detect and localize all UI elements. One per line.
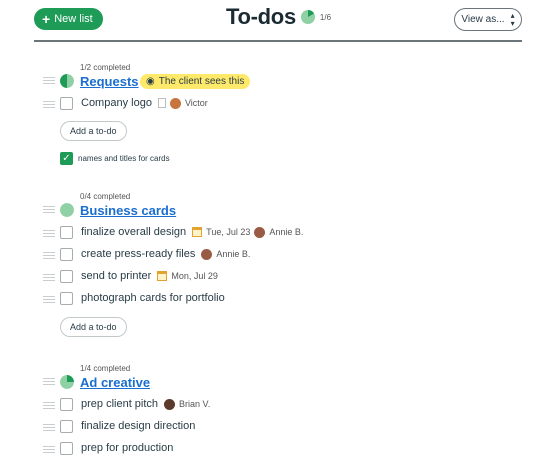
new-list-label: New list — [54, 13, 93, 25]
plus-icon: + — [42, 11, 51, 27]
avatar — [201, 248, 213, 260]
calendar-icon — [157, 271, 168, 281]
drag-handle-icon[interactable] — [43, 296, 55, 303]
top-bar: + New list To-dos 1/6 View as... ▴ ▾ — [0, 0, 555, 44]
todo-item: prep client pitch Brian V. — [60, 396, 210, 412]
todo-item: send to printer Mon, Jul 29 — [60, 268, 218, 284]
todo-text[interactable]: names and titles for cards — [78, 154, 170, 163]
assignee-name: Annie B. — [269, 227, 304, 237]
todo-checkbox-checked[interactable]: ✓ — [60, 151, 73, 165]
todo-checkbox[interactable] — [60, 419, 73, 433]
group-completed-count: 1/4 completed — [80, 364, 131, 373]
drag-handle-icon[interactable] — [43, 274, 55, 281]
view-as-dropdown[interactable]: View as... ▴ ▾ — [454, 8, 522, 31]
todo-text[interactable]: create press-ready files — [81, 248, 195, 260]
assignee-name: Victor — [184, 98, 208, 108]
add-todo-button[interactable]: Add a to-do — [60, 121, 127, 141]
todo-checkbox[interactable] — [60, 397, 73, 411]
todo-checkbox[interactable] — [60, 291, 73, 305]
todo-text[interactable]: send to printer — [81, 270, 151, 282]
drag-handle-icon[interactable] — [43, 230, 55, 237]
avatar — [169, 97, 181, 109]
todo-item: photograph cards for portfolio — [60, 290, 225, 306]
assignee-name: Brian V. — [179, 399, 211, 409]
client-visible-label: The client sees this — [158, 76, 245, 87]
new-list-button[interactable]: + New list — [34, 8, 103, 30]
calendar-icon — [192, 227, 203, 237]
eye-icon: ◉ — [146, 76, 155, 87]
drag-handle-icon[interactable] — [43, 206, 55, 213]
list-title-business-cards[interactable]: Business cards — [80, 203, 176, 218]
progress-count: 1/6 — [319, 12, 332, 22]
todo-checkbox[interactable] — [60, 225, 73, 239]
drag-handle-icon[interactable] — [43, 402, 55, 409]
group-completed-count: 0/4 completed — [80, 192, 131, 201]
todo-text[interactable]: prep for production — [81, 442, 173, 454]
chevron-updown-icon: ▴ ▾ — [510, 10, 515, 28]
group-completed-count: 1/2 completed — [80, 63, 131, 72]
due-date: Mon, Jul 29 — [171, 271, 218, 281]
avatar — [254, 226, 266, 238]
drag-handle-icon[interactable] — [43, 252, 55, 259]
client-visible-badge: ◉ The client sees this — [140, 74, 251, 89]
todo-text[interactable]: prep client pitch — [81, 398, 158, 410]
todo-text[interactable]: finalize design direction — [81, 420, 195, 432]
todo-checkbox[interactable] — [60, 247, 73, 261]
avatar — [164, 398, 176, 410]
todo-checkbox[interactable] — [60, 441, 73, 455]
todo-checkbox[interactable] — [60, 269, 73, 283]
drag-handle-icon[interactable] — [43, 446, 55, 453]
due-date: Tue, Jul 23 — [206, 227, 251, 237]
drag-handle-icon[interactable] — [43, 101, 55, 108]
list-title-requests[interactable]: Requests — [80, 74, 139, 89]
todo-text[interactable]: photograph cards for portfolio — [81, 292, 225, 304]
list-progress-pie-icon — [60, 375, 74, 389]
drag-handle-icon[interactable] — [43, 424, 55, 431]
progress-pie-icon — [300, 10, 315, 24]
header-divider — [34, 40, 522, 42]
todo-item: Company logo Victor — [60, 95, 208, 111]
list-title-ad-creative[interactable]: Ad creative — [80, 375, 150, 390]
todo-text[interactable]: Company logo — [81, 97, 152, 109]
todo-item: finalize overall design Tue, Jul 23 Anni… — [60, 224, 303, 240]
add-todo-button[interactable]: Add a to-do — [60, 317, 127, 337]
drag-handle-icon[interactable] — [43, 378, 55, 385]
page-title: To-dos — [226, 4, 296, 29]
title-area: To-dos 1/6 — [226, 4, 331, 30]
list-progress-pie-icon — [60, 203, 74, 217]
notes-icon — [157, 98, 166, 108]
todo-item: create press-ready files Annie B. — [60, 246, 250, 262]
todo-item-completed: ✓ names and titles for cards — [60, 150, 170, 166]
list-progress-pie-icon — [60, 74, 74, 88]
drag-handle-icon[interactable] — [43, 77, 55, 84]
view-as-label: View as... — [461, 14, 505, 25]
todo-item: prep for production — [60, 440, 173, 456]
todo-checkbox[interactable] — [60, 96, 73, 110]
todo-text[interactable]: finalize overall design — [81, 226, 186, 238]
assignee-name: Annie B. — [216, 249, 251, 259]
todo-item: finalize design direction — [60, 418, 195, 434]
